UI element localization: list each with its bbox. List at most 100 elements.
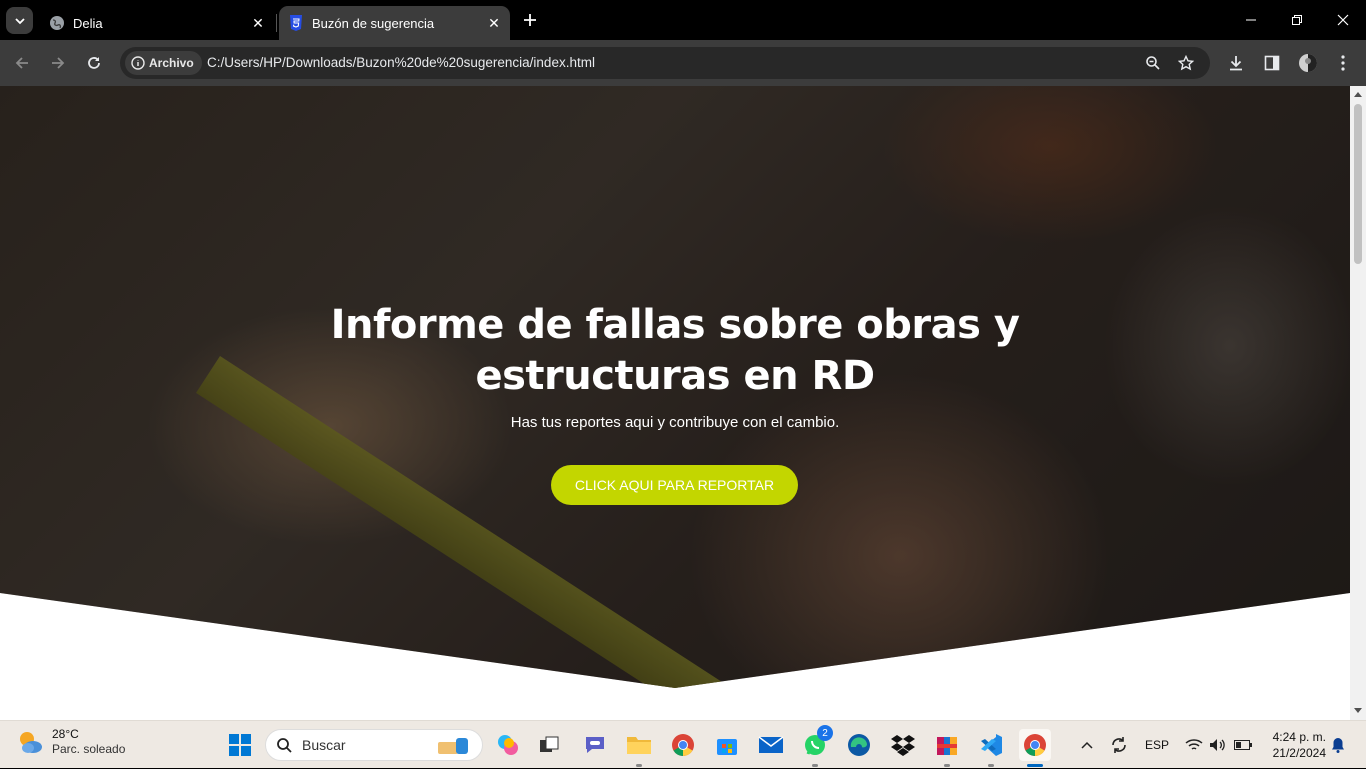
hero-title-line1: Informe de fallas sobre obras y (330, 302, 1020, 348)
tab-buzon[interactable]: Buzón de sugerencia ✕ (279, 6, 510, 40)
hero-title-line2: estructuras en RD (475, 353, 875, 399)
side-panel-button[interactable] (1260, 51, 1284, 75)
zoom-button[interactable] (1142, 52, 1164, 74)
microsoft-store-app[interactable] (711, 729, 743, 761)
downloads-button[interactable] (1224, 51, 1248, 75)
close-icon[interactable]: ✕ (248, 13, 268, 33)
tab-strip: Delia ✕ Buzón de sugerencia ✕ (0, 0, 1366, 40)
clock-time: 4:24 p. m. (1272, 730, 1326, 744)
tab-title: Delia (73, 15, 103, 31)
start-button[interactable] (224, 729, 256, 761)
teams-chat-app[interactable] (579, 729, 611, 761)
weather-condition: Parc. soleado (52, 742, 126, 756)
taskbar-search[interactable]: Buscar (265, 729, 483, 761)
winrar-app[interactable] (931, 729, 963, 767)
clock-date: 21/2/2024 (1272, 746, 1326, 760)
edge-icon (848, 734, 870, 756)
browser-toolbar: Archivo C:/Users/HP/Downloads/Buzon%20de… (0, 40, 1366, 86)
profile-avatar[interactable] (1296, 51, 1320, 75)
arrow-left-icon (15, 57, 28, 69)
page-viewport: Informe de fallas sobre obras y estructu… (0, 86, 1350, 720)
info-icon (131, 56, 145, 70)
report-button[interactable]: CLICK AQUI PARA REPORTAR (551, 465, 798, 505)
running-indicator (988, 764, 994, 767)
hero-title: Informe de fallas sobre obras y estructu… (0, 300, 1350, 402)
zoom-icon (1146, 56, 1160, 70)
chrome-icon (1024, 734, 1046, 756)
running-indicator (812, 764, 818, 767)
url-text[interactable]: C:/Users/HP/Downloads/Buzon%20de%20suger… (207, 55, 595, 70)
task-view-app[interactable] (533, 729, 565, 761)
tab-search-button[interactable] (6, 7, 33, 34)
wifi-icon (1185, 739, 1203, 750)
file-explorer-app[interactable] (623, 729, 655, 767)
minimize-icon (1246, 19, 1256, 21)
search-placeholder: Buscar (302, 737, 346, 753)
task-view-icon (540, 736, 559, 752)
copilot-app[interactable] (492, 729, 524, 761)
volume-icon (1210, 739, 1225, 751)
copilot-icon (498, 735, 518, 755)
avatar-icon (1299, 54, 1317, 72)
input-language[interactable]: ESP (1141, 721, 1173, 769)
reload-icon (88, 57, 100, 69)
running-indicator (944, 764, 950, 767)
side-panel-icon (1264, 55, 1280, 71)
scroll-thumb[interactable] (1354, 104, 1362, 264)
chat-icon (586, 737, 604, 753)
browser-menu-button[interactable] (1331, 51, 1355, 75)
star-icon (1178, 55, 1194, 71)
arrow-right-icon (52, 57, 65, 69)
scroll-down-icon[interactable] (1354, 708, 1362, 713)
mail-app[interactable] (755, 729, 787, 761)
bell-icon (1332, 738, 1344, 753)
restore-icon (1292, 15, 1302, 25)
chip-label: Archivo (149, 56, 194, 70)
vscode-app[interactable] (975, 729, 1007, 767)
hero-subtitle: Has tus reportes aqui y contribuye con e… (510, 414, 840, 431)
battery-icon (1234, 740, 1252, 750)
tab-delia[interactable]: Delia ✕ (40, 6, 274, 40)
chrome-app-active[interactable] (1019, 729, 1051, 767)
chrome-app[interactable] (667, 729, 699, 761)
forward-button[interactable] (43, 48, 73, 78)
whatsapp-app[interactable]: 2 (799, 725, 833, 767)
sync-tray-icon[interactable] (1107, 721, 1131, 769)
hero-section: Informe de fallas sobre obras y estructu… (0, 86, 1350, 688)
wifi-tray-icon[interactable] (1184, 721, 1204, 769)
css-file-icon (288, 15, 304, 31)
running-indicator (1027, 764, 1043, 767)
globe-icon (49, 15, 65, 31)
tab-separator (276, 14, 277, 32)
minimize-button[interactable] (1228, 0, 1274, 40)
weather-temp: 28°C (52, 727, 79, 741)
close-icon[interactable]: ✕ (484, 13, 504, 33)
site-info-chip[interactable]: Archivo (125, 51, 202, 75)
back-button[interactable] (7, 48, 37, 78)
dropbox-app[interactable] (887, 729, 919, 761)
battery-tray-icon[interactable] (1232, 721, 1254, 769)
archive-icon (937, 737, 957, 755)
notification-badge: 2 (817, 725, 833, 741)
bookmark-button[interactable] (1175, 52, 1197, 74)
new-tab-button[interactable] (519, 9, 541, 31)
edge-app[interactable] (843, 729, 875, 761)
notifications-button[interactable] (1330, 721, 1346, 769)
reload-button[interactable] (79, 48, 109, 78)
restore-button[interactable] (1274, 0, 1320, 40)
dropbox-icon (891, 735, 915, 756)
chevron-up-icon (1081, 741, 1093, 749)
close-window-button[interactable] (1320, 0, 1366, 40)
volume-tray-icon[interactable] (1208, 721, 1228, 769)
system-clock[interactable]: 4:24 p. m. 21/2/2024 (1262, 729, 1326, 761)
weather-widget[interactable]: 28°C Parc. soleado (16, 727, 125, 757)
folder-icon (627, 737, 651, 754)
chrome-icon (672, 734, 694, 756)
show-hidden-icons[interactable] (1076, 721, 1098, 769)
close-icon (1337, 14, 1349, 26)
scroll-up-icon[interactable] (1354, 92, 1362, 97)
page-scrollbar[interactable] (1350, 86, 1366, 720)
address-bar[interactable]: Archivo C:/Users/HP/Downloads/Buzon%20de… (120, 47, 1210, 79)
search-icon (277, 738, 292, 753)
download-icon (1230, 56, 1242, 71)
